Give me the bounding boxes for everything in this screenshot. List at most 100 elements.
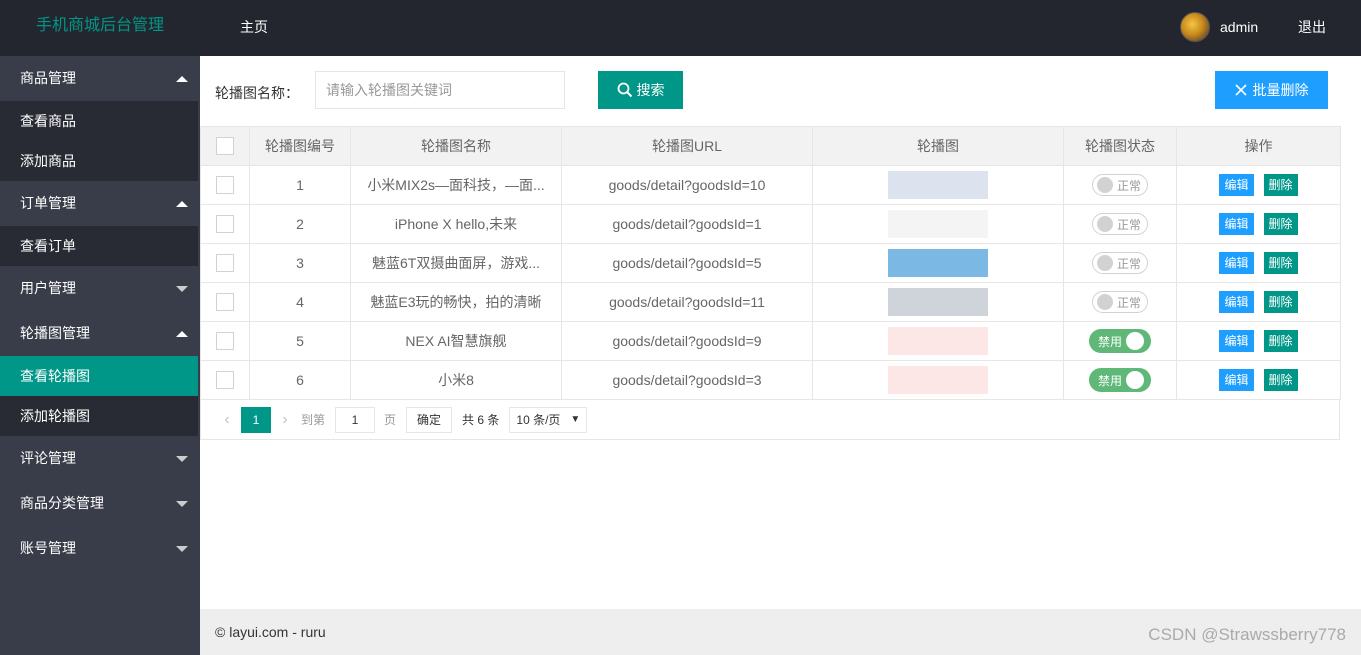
row-checkbox[interactable] <box>216 293 234 312</box>
sidebar-group-categories[interactable]: 商品分类管理 <box>0 481 200 526</box>
edit-button[interactable]: 编辑 <box>1219 174 1254 196</box>
status-toggle[interactable]: 禁用 <box>1089 368 1151 392</box>
cell-id: 6 <box>249 360 351 400</box>
sidebar-group-orders[interactable]: 订单管理 <box>0 181 200 226</box>
current-page[interactable]: 1 <box>241 406 271 433</box>
prev-page-icon[interactable]: ‹ <box>213 411 241 429</box>
sidebar-group-users[interactable]: 用户管理 <box>0 266 200 311</box>
main-content: 轮播图名称： 搜索 批量删除 轮播图编号 轮播图名称 轮播图URL 轮播图 轮播… <box>200 56 1361 609</box>
nav-home-link[interactable]: 主页 <box>240 17 268 37</box>
cell-id: 3 <box>249 243 351 283</box>
cell-thumbnail <box>812 321 1064 361</box>
status-toggle-label: 正常 <box>1116 295 1141 310</box>
edit-button[interactable]: 编辑 <box>1219 213 1254 235</box>
search-button[interactable]: 搜索 <box>598 71 683 109</box>
status-toggle[interactable]: 正常 <box>1091 252 1148 274</box>
close-icon <box>1234 84 1247 96</box>
sidebar-group-label: 账号管理 <box>20 540 76 556</box>
edit-button[interactable]: 编辑 <box>1219 369 1254 391</box>
delete-button[interactable]: 删除 <box>1263 252 1298 274</box>
column-header[interactable]: 轮播图编号 <box>249 126 351 166</box>
caret-up-icon <box>176 76 188 82</box>
logout-link[interactable]: 退出 <box>1298 17 1326 37</box>
page-size-select[interactable]: 10 条/页 ▼ <box>509 406 588 433</box>
edit-button[interactable]: 编辑 <box>1219 252 1254 274</box>
caret-down-icon: ▼ <box>570 414 581 425</box>
sidebar-group-comments[interactable]: 评论管理 <box>0 436 200 481</box>
cell-status: 正常 <box>1063 165 1177 205</box>
row-checkbox[interactable] <box>216 332 234 351</box>
top-header: 手机商城后台管理 主页 admin 退出 <box>0 0 1361 56</box>
batch-delete-button[interactable]: 批量删除 <box>1215 71 1328 109</box>
row-checkbox[interactable] <box>216 254 234 273</box>
pagination: ‹ 1 › 到第 页 确定 共 6 条 10 条/页 ▼ <box>200 400 1340 440</box>
user-avatar[interactable] <box>1180 12 1210 42</box>
sidebar-item-add-goods[interactable]: 添加商品 <box>0 141 198 181</box>
sidebar-group-label: 评论管理 <box>20 450 76 466</box>
column-header[interactable]: 操作 <box>1176 126 1341 166</box>
column-header[interactable]: 轮播图URL <box>561 126 813 166</box>
cell-url: goods/detail?goodsId=10 <box>561 165 813 205</box>
cell-status: 正常 <box>1063 243 1177 283</box>
delete-button[interactable]: 删除 <box>1263 291 1298 313</box>
username[interactable]: admin <box>1220 17 1258 37</box>
status-toggle[interactable]: 正常 <box>1091 174 1148 196</box>
search-label: 轮播图名称： <box>215 85 299 101</box>
sidebar-group-accounts[interactable]: 账号管理 <box>0 526 200 571</box>
cell-id: 1 <box>249 165 351 205</box>
cell-name: 小米8 <box>350 360 562 400</box>
column-header[interactable]: 轮播图 <box>812 126 1064 166</box>
toggle-knob <box>1096 255 1113 271</box>
select-all-checkbox[interactable] <box>216 137 234 156</box>
cell-thumbnail <box>812 360 1064 400</box>
status-toggle[interactable]: 禁用 <box>1089 329 1151 353</box>
cell-url: goods/detail?goodsId=5 <box>561 243 813 283</box>
search-icon <box>617 82 632 98</box>
cell-name: iPhone X hello,未来 <box>350 204 562 244</box>
sidebar-group-carousel[interactable]: 轮播图管理 <box>0 311 200 356</box>
footer-copyright: © layui.com - ruru <box>215 624 326 640</box>
delete-button[interactable]: 删除 <box>1263 174 1298 196</box>
cell-status: 禁用 <box>1063 360 1177 400</box>
status-toggle[interactable]: 正常 <box>1091 213 1148 235</box>
cell-thumbnail <box>812 282 1064 322</box>
caret-up-icon <box>176 201 188 207</box>
table-row: 2 iPhone X hello,未来 goods/detail?goodsId=1… <box>200 204 1341 244</box>
cell-thumbnail <box>812 165 1064 205</box>
next-page-icon[interactable]: › <box>271 411 299 429</box>
toggle-knob <box>1126 371 1145 389</box>
delete-button[interactable]: 删除 <box>1263 369 1298 391</box>
sidebar-item-add-carousel[interactable]: 添加轮播图 <box>0 396 198 436</box>
cell-actions: 编辑 删除 <box>1176 243 1341 283</box>
sidebar-group-goods[interactable]: 商品管理 <box>0 56 200 101</box>
sidebar-item-view-orders[interactable]: 查看订单 <box>0 226 198 266</box>
edit-button[interactable]: 编辑 <box>1219 291 1254 313</box>
column-header[interactable]: 轮播图名称 <box>350 126 562 166</box>
page-unit-label: 页 <box>384 413 397 427</box>
carousel-thumbnail <box>888 210 988 238</box>
row-checkbox[interactable] <box>216 215 234 234</box>
cell-status: 正常 <box>1063 282 1177 322</box>
row-checkbox[interactable] <box>216 176 234 195</box>
search-button-label: 搜索 <box>636 82 665 98</box>
sidebar-item-view-goods[interactable]: 查看商品 <box>0 101 198 141</box>
column-header[interactable]: 轮播图状态 <box>1063 126 1177 166</box>
batch-delete-label: 批量删除 <box>1252 82 1309 98</box>
cell-name: 魅蓝6T双摄曲面屏，游戏... <box>350 243 562 283</box>
search-input[interactable] <box>315 71 565 109</box>
delete-button[interactable]: 删除 <box>1263 330 1298 352</box>
status-toggle[interactable]: 正常 <box>1091 291 1148 313</box>
row-checkbox-cell <box>200 360 250 400</box>
row-checkbox[interactable] <box>216 371 234 390</box>
goto-confirm-button[interactable]: 确定 <box>406 406 453 433</box>
app-logo[interactable]: 手机商城后台管理 <box>36 16 164 36</box>
edit-button[interactable]: 编辑 <box>1219 330 1254 352</box>
delete-button[interactable]: 删除 <box>1263 213 1298 235</box>
table-row: 5 NEX AI智慧旗舰 goods/detail?goodsId=9 禁用 编辑 删除 <box>200 321 1341 361</box>
goto-page-input[interactable] <box>335 406 376 433</box>
cell-url: goods/detail?goodsId=3 <box>561 360 813 400</box>
sidebar-item-view-carousel[interactable]: 查看轮播图 <box>0 356 198 396</box>
carousel-table: 轮播图编号 轮播图名称 轮播图URL 轮播图 轮播图状态 操作 1 小米MIX2s… <box>200 126 1341 400</box>
caret-down-icon <box>176 286 188 292</box>
status-toggle-label: 禁用 <box>1098 334 1123 349</box>
